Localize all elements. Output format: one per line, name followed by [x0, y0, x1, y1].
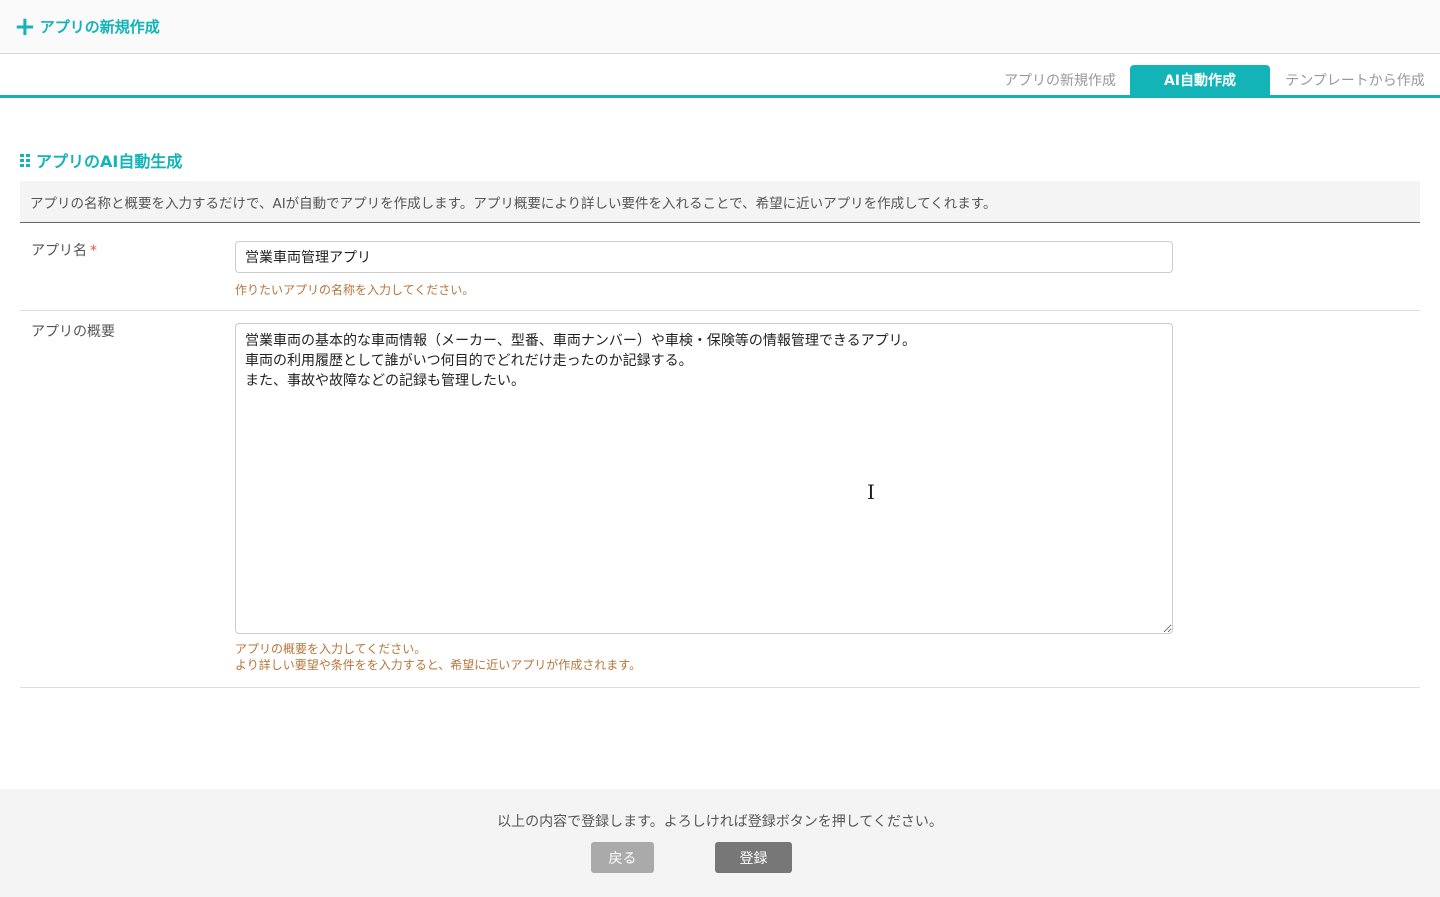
- app-name-input[interactable]: [235, 241, 1173, 273]
- required-mark: *: [90, 243, 97, 259]
- tab-from-template[interactable]: テンプレートから作成: [1270, 65, 1440, 95]
- tab-bar: アプリの新規作成 AI自動作成 テンプレートから作成: [0, 65, 1440, 98]
- plus-icon: +: [14, 11, 36, 42]
- page-header: + アプリの新規作成: [0, 0, 1440, 54]
- app-name-hint: 作りたいアプリの名称を入力してください。: [235, 283, 475, 297]
- tab-new-app[interactable]: アプリの新規作成: [990, 65, 1130, 95]
- app-summary-label: アプリの概要: [31, 324, 115, 340]
- grip-icon: [20, 153, 30, 167]
- form-row-app-summary: アプリの概要 営業車両の基本的な車両情報（メーカー、型番、車両ナンバー）や車検・…: [20, 311, 1420, 688]
- app-name-label: アプリ名 *: [31, 243, 97, 259]
- app-summary-hint-1: アプリの概要を入力してください。: [235, 642, 427, 656]
- section-title-text: アプリのAI自動生成: [36, 152, 183, 171]
- page-title: アプリの新規作成: [39, 18, 160, 36]
- section-title: アプリのAI自動生成: [20, 148, 182, 172]
- app-summary-hint-2: より詳しい要望や条件をを入力すると、希望に近いアプリが作成されます。: [235, 658, 642, 672]
- confirm-message: 以上の内容で登録します。よろしければ登録ボタンを押してください。: [497, 814, 943, 830]
- footer: 以上の内容で登録します。よろしければ登録ボタンを押してください。 戻る 登録: [0, 789, 1440, 897]
- register-button[interactable]: 登録: [715, 842, 792, 873]
- section-description: アプリの名称と概要を入力するだけで、AIが自動でアプリを作成します。アプリ概要に…: [20, 181, 1420, 223]
- text-cursor-icon: I: [867, 480, 875, 504]
- form-row-app-name: アプリ名* 作りたいアプリの名称を入力してください。: [20, 230, 1420, 311]
- app-summary-textarea[interactable]: 営業車両の基本的な車両情報（メーカー、型番、車両ナンバー）や車検・保険等の情報管…: [235, 323, 1173, 634]
- back-button[interactable]: 戻る: [591, 842, 654, 873]
- tab-ai-create[interactable]: AI自動作成: [1130, 65, 1270, 95]
